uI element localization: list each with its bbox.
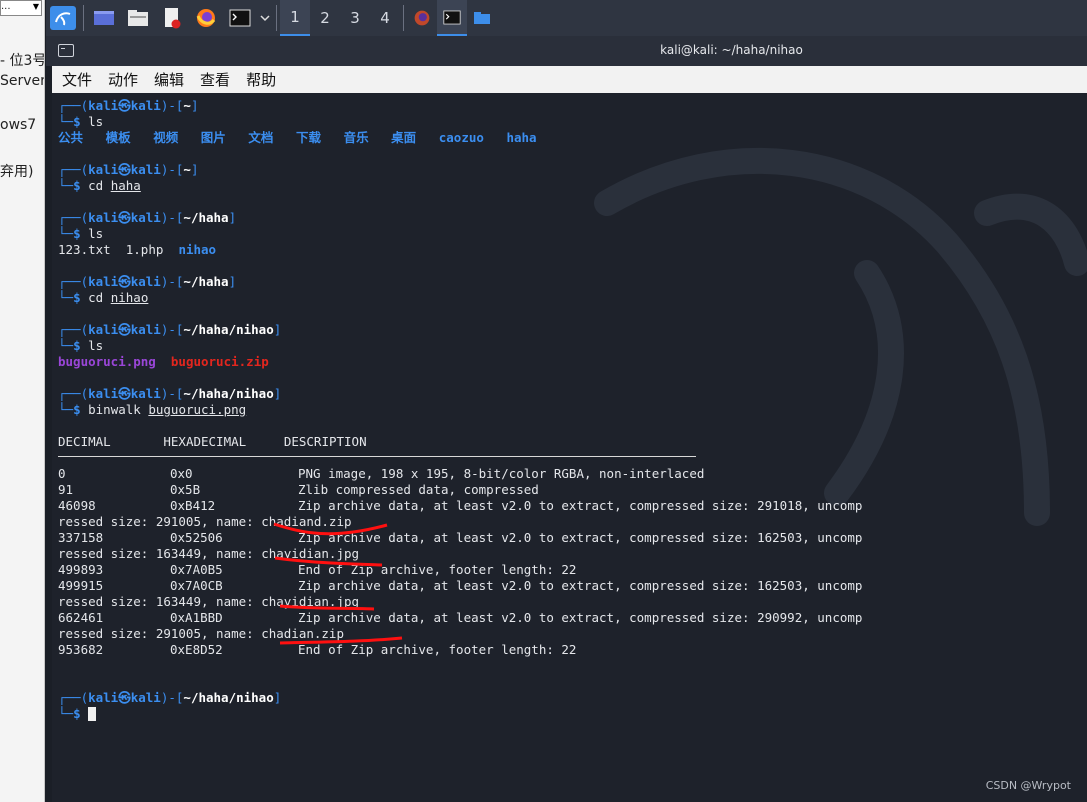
chevron-down-icon[interactable] [259, 6, 271, 30]
workspace-4[interactable]: 4 [370, 0, 400, 36]
host-list-item[interactable]: - 位3号 [0, 50, 44, 70]
host-list-item[interactable]: Server [0, 73, 44, 89]
prompt-line: ┌──(kali㉿kali)-[~/haha/nihao] [58, 690, 282, 705]
text-cursor [88, 707, 97, 721]
menu-edit[interactable]: 编辑 [148, 69, 190, 90]
menu-file[interactable]: 文件 [56, 69, 98, 90]
host-list-item[interactable]: ows7 [0, 117, 36, 133]
terminal-launcher-icon[interactable] [227, 6, 253, 30]
host-list-item[interactable]: 弃用) [0, 161, 33, 181]
desktop-icon[interactable] [91, 6, 117, 30]
task-firefox[interactable] [407, 0, 437, 36]
workspace-1[interactable]: 1 [280, 0, 310, 36]
menu-action[interactable]: 动作 [102, 69, 144, 90]
terminal-output[interactable]: ┌──(kali㉿kali)-[~] └─$ ls 公共 模板 视频 图片 文档… [52, 93, 1087, 802]
kali-menu-icon[interactable] [50, 6, 76, 30]
workspace-2[interactable]: 2 [310, 0, 340, 36]
top-panel: 1 2 3 4 [46, 0, 1087, 36]
task-folder[interactable] [467, 0, 497, 36]
workspace-3[interactable]: 3 [340, 0, 370, 36]
command-line[interactable]: └─$ [58, 706, 97, 722]
text-editor-icon[interactable] [159, 6, 185, 30]
host-window-strip: ... - 位3号 Server ows7 弃用) [0, 0, 45, 802]
csdn-watermark: CSDN @Wrypot [985, 779, 1071, 792]
window-title: kali@kali: ~/haha/nihao [660, 43, 803, 57]
menu-bar: 文件 动作 编辑 查看 帮助 [52, 66, 1087, 93]
task-terminal[interactable] [437, 0, 467, 36]
menu-view[interactable]: 查看 [194, 69, 236, 90]
host-dropdown[interactable]: ... [0, 0, 42, 16]
menu-help[interactable]: 帮助 [240, 69, 282, 90]
file-manager-icon[interactable] [125, 6, 151, 30]
firefox-icon[interactable] [193, 6, 219, 30]
window-titlebar[interactable]: kali@kali: ~/haha/nihao [46, 36, 1087, 66]
